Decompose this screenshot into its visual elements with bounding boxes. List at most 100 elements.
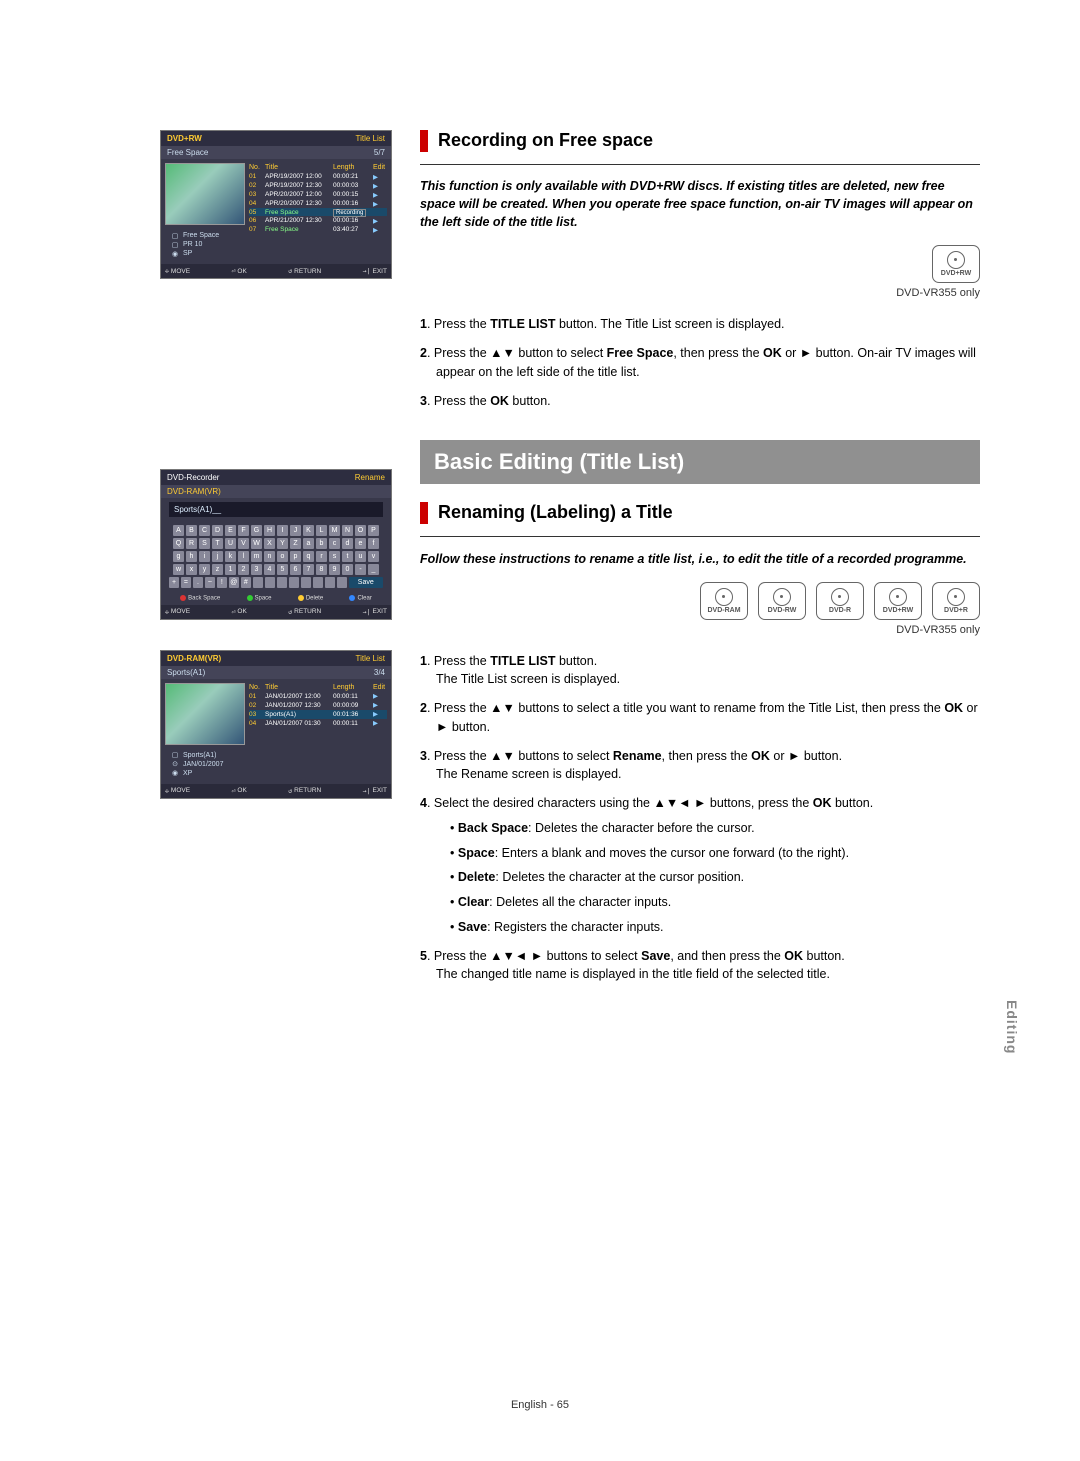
osd2-text-input: Sports(A1)__ bbox=[169, 502, 383, 517]
key: 7 bbox=[303, 564, 314, 575]
nav-move: ✢ MOVE bbox=[165, 608, 190, 616]
key: M bbox=[329, 525, 340, 536]
key: c bbox=[329, 538, 340, 549]
key: h bbox=[186, 551, 197, 562]
nav-move: ✢ MOVE bbox=[165, 787, 190, 795]
table-row: 04APR/20/2007 12:3000:00:16▶ bbox=[249, 199, 387, 208]
left-column: DVD+RW Title List Free Space 5/7 ▢Free S… bbox=[160, 130, 390, 1014]
osd1-sub-right: 5/7 bbox=[374, 148, 385, 157]
key: i bbox=[199, 551, 210, 562]
key: L bbox=[316, 525, 327, 536]
key: P bbox=[368, 525, 379, 536]
sub-item: Back Space: Deletes the character before… bbox=[450, 819, 980, 838]
key: k bbox=[225, 551, 236, 562]
sub-item: Save: Registers the character inputs. bbox=[450, 918, 980, 937]
key: H bbox=[264, 525, 275, 536]
nav-ok: ⏎ OK bbox=[232, 267, 247, 275]
key bbox=[277, 577, 287, 588]
func-backspace: Back Space bbox=[180, 595, 220, 602]
osd1-info: ▢Free Space▢PR 10◉SP bbox=[165, 229, 245, 260]
table-row: 02APR/19/2007 12:3000:00:03▶ bbox=[249, 181, 387, 190]
key: G bbox=[251, 525, 262, 536]
step-2: 2. Press the ▲▼ buttons to select a titl… bbox=[420, 699, 980, 737]
key: F bbox=[238, 525, 249, 536]
table-row: 03APR/20/2007 12:0000:00:15▶ bbox=[249, 190, 387, 199]
manual-page: DVD+RW Title List Free Space 5/7 ▢Free S… bbox=[0, 0, 1080, 1461]
key: j bbox=[212, 551, 223, 562]
key: - bbox=[355, 564, 366, 575]
key: 0 bbox=[342, 564, 353, 575]
key: 4 bbox=[264, 564, 275, 575]
osd2-header-right: Rename bbox=[355, 473, 385, 482]
key bbox=[301, 577, 311, 588]
right-column: Recording on Free space This function is… bbox=[420, 130, 980, 1014]
key: + bbox=[169, 577, 179, 588]
func-clear: Clear bbox=[349, 595, 371, 602]
sub-item: Space: Enters a blank and moves the curs… bbox=[450, 844, 980, 863]
section2-heading: Renaming (Labeling) a Title bbox=[420, 502, 980, 524]
key: D bbox=[212, 525, 223, 536]
key: Z bbox=[290, 538, 301, 549]
key: n bbox=[264, 551, 275, 562]
key: a bbox=[303, 538, 314, 549]
table-row: 01JAN/01/2007 12:0000:00:11▶ bbox=[249, 692, 387, 701]
key: d bbox=[342, 538, 353, 549]
basic-editing-bar: Basic Editing (Title List) bbox=[420, 440, 980, 484]
key: U bbox=[225, 538, 236, 549]
step-1: 1. Press the TITLE LIST button.The Title… bbox=[420, 652, 980, 690]
key bbox=[265, 577, 275, 588]
key: 6 bbox=[290, 564, 301, 575]
nav-exit: →| EXIT bbox=[363, 787, 387, 795]
step-3: 3. Press the ▲▼ buttons to select Rename… bbox=[420, 747, 980, 785]
col-length: Length bbox=[333, 164, 371, 171]
key: 5 bbox=[277, 564, 288, 575]
key: r bbox=[316, 551, 327, 562]
sub-item: Delete: Deletes the character at the cur… bbox=[450, 868, 980, 887]
disc-icon: DVD+RW bbox=[874, 582, 922, 620]
osd-rename: DVD-Recorder Rename DVD-RAM(VR) Sports(A… bbox=[160, 469, 392, 620]
key: 9 bbox=[329, 564, 340, 575]
key: Y bbox=[277, 538, 288, 549]
disc-icon: DVD+RW bbox=[932, 245, 980, 283]
key: = bbox=[181, 577, 191, 588]
osd1-thumbnail bbox=[165, 163, 245, 225]
nav-return: ↺ RETURN bbox=[288, 787, 321, 795]
osd2-disc: DVD-RAM(VR) bbox=[167, 487, 221, 496]
key: K bbox=[303, 525, 314, 536]
osd2-header-left: DVD-Recorder bbox=[167, 473, 219, 482]
key: w bbox=[173, 564, 184, 575]
key bbox=[289, 577, 299, 588]
disc-icon: DVD-R bbox=[816, 582, 864, 620]
table-row: 07Free Space03:40:27▶ bbox=[249, 225, 387, 234]
table-row: 04JAN/01/2007 01:3000:00:11▶ bbox=[249, 719, 387, 728]
step: 2. Press the ▲▼ button to select Free Sp… bbox=[420, 344, 980, 382]
key: R bbox=[186, 538, 197, 549]
section1-steps: 1. Press the TITLE LIST button. The Titl… bbox=[420, 315, 980, 410]
disc-icon: DVD+R bbox=[932, 582, 980, 620]
key: g bbox=[173, 551, 184, 562]
key: o bbox=[277, 551, 288, 562]
key: m bbox=[251, 551, 262, 562]
table-row: 01APR/19/2007 12:0000:00:21▶ bbox=[249, 172, 387, 181]
key: t bbox=[342, 551, 353, 562]
key: z bbox=[212, 564, 223, 575]
key: l bbox=[238, 551, 249, 562]
col-title: Title bbox=[265, 164, 331, 171]
osd3-thumbnail bbox=[165, 683, 245, 745]
key: B bbox=[186, 525, 197, 536]
key: u bbox=[355, 551, 366, 562]
osd3-info: ▢Sports(A1)⊙JAN/01/2007◉XP bbox=[165, 749, 245, 780]
section2-steps: 1. Press the TITLE LIST button.The Title… bbox=[420, 652, 980, 985]
key: s bbox=[329, 551, 340, 562]
key: E bbox=[225, 525, 236, 536]
key: e bbox=[355, 538, 366, 549]
side-tab-editing: Editing bbox=[1004, 1000, 1020, 1054]
key: 8 bbox=[316, 564, 327, 575]
key: J bbox=[290, 525, 301, 536]
osd1-sub-left: Free Space bbox=[167, 148, 208, 157]
section1-heading: Recording on Free space bbox=[420, 130, 980, 152]
osd-title-list-dvdrw: DVD+RW Title List Free Space 5/7 ▢Free S… bbox=[160, 130, 392, 279]
key: I bbox=[277, 525, 288, 536]
key: W bbox=[251, 538, 262, 549]
col-edit: Edit bbox=[373, 164, 387, 171]
